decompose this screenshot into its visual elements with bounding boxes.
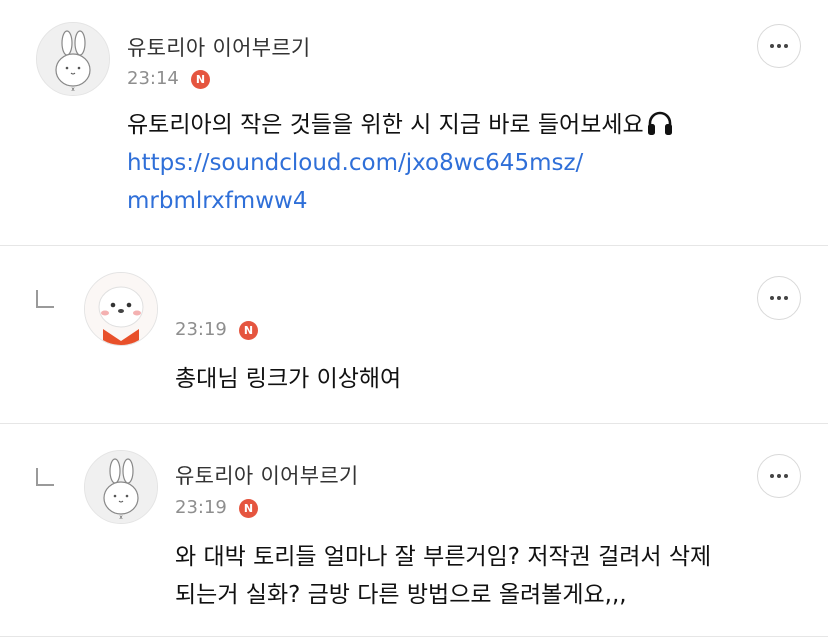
link-line-1[interactable]: https://soundcloud.com/jxo8wc645msz/ — [127, 150, 583, 176]
comment-body: 유토리아의 작은 것들을 위한 시 지금 바로 들어보세요 https://so… — [127, 106, 674, 220]
comment-3: x 유토리아 이어부르기 23:19 N 와 대박 토리들 얼마나 잘 부른거임… — [0, 424, 828, 640]
new-badge: N — [191, 70, 210, 89]
divider — [0, 636, 828, 637]
comment-1: x 유토리아 이어부르기 23:14 N 유토리아의 작은 것들을 위한 시 지… — [0, 0, 828, 245]
more-options-button[interactable] — [757, 276, 801, 320]
reply-arrow-icon — [36, 468, 54, 486]
comment-timestamp: 23:14 — [127, 68, 179, 89]
new-badge: N — [239, 321, 258, 340]
comment-body: 와 대박 토리들 얼마나 잘 부른거임? 저작권 걸려서 삭제 되는거 실화? … — [175, 538, 711, 614]
comment-text: 총대님 링크가 이상해여 — [175, 366, 402, 392]
svg-text:x: x — [119, 514, 123, 521]
reply-arrow-icon — [36, 290, 54, 308]
new-badge: N — [239, 499, 258, 518]
avatar[interactable] — [84, 272, 158, 346]
bunny-avatar-icon: x — [37, 23, 109, 95]
more-options-button[interactable] — [757, 24, 801, 68]
comment-2: 23:19 N 총대님 링크가 이상해여 — [0, 246, 828, 423]
comment-text-line-1: 와 대박 토리들 얼마나 잘 부른거임? 저작권 걸려서 삭제 — [175, 544, 712, 570]
more-options-button[interactable] — [757, 454, 801, 498]
more-dots-icon — [770, 474, 774, 478]
avatar[interactable]: x — [36, 22, 110, 96]
more-dots-icon — [770, 296, 774, 300]
character-avatar-icon — [85, 273, 157, 345]
comment-text-line-2: 되는거 실화? 금방 다른 방법으로 올려볼게요,,, — [175, 582, 627, 608]
comment-author[interactable]: 유토리아 이어부르기 — [127, 32, 311, 62]
comment-timestamp: 23:19 — [175, 319, 227, 340]
comment-author[interactable]: 유토리아 이어부르기 — [175, 460, 359, 490]
more-dots-icon — [770, 44, 774, 48]
comment-text: 유토리아의 작은 것들을 위한 시 지금 바로 들어보세요 — [127, 112, 644, 138]
avatar[interactable]: x — [84, 450, 158, 524]
bunny-avatar-icon: x — [85, 451, 157, 523]
comment-timestamp: 23:19 — [175, 497, 227, 518]
link-line-2[interactable]: mrbmlrxfmww4 — [127, 182, 674, 220]
soundcloud-link[interactable]: https://soundcloud.com/jxo8wc645msz/ mrb… — [127, 144, 674, 220]
svg-text:x: x — [71, 86, 75, 93]
headphones-icon — [647, 111, 672, 135]
